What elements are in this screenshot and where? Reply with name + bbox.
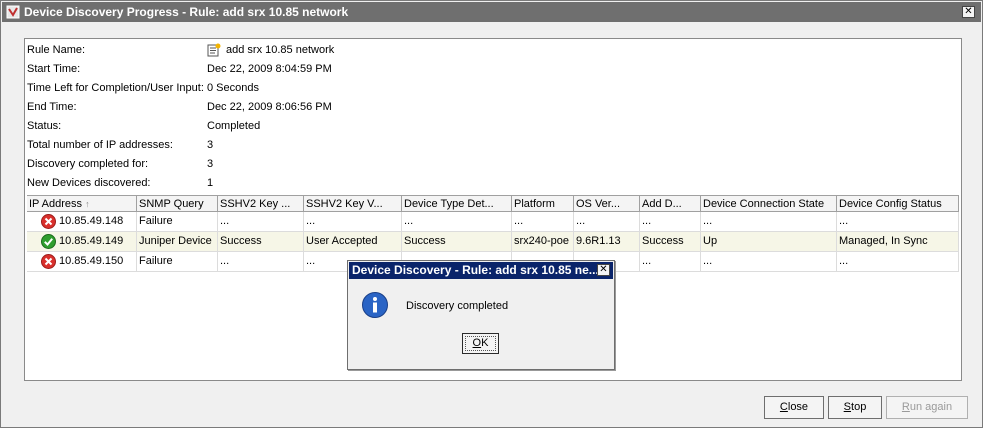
info-label: End Time: [27,101,77,113]
add-device: ... [640,212,701,231]
run-again-button[interactable]: Run again [886,396,968,419]
failure-icon [41,214,56,229]
info-value: Dec 22, 2009 8:06:56 PM [207,101,332,113]
info-label: Rule Name: [27,44,86,56]
table-row[interactable]: 10.85.49.149 Juniper Device Success User… [27,232,959,252]
column-header-os-version[interactable]: OS Ver... [574,196,640,212]
info-value: 3 [207,139,214,151]
snmp-query: Juniper Device [137,232,218,251]
failure-icon [41,254,56,269]
success-icon [41,234,56,249]
column-header-device-type[interactable]: Device Type Det... [402,196,512,212]
add-device: Success [640,232,701,251]
config-status: ... [837,212,959,231]
connection-state: ... [701,252,837,271]
column-header-sshv2-key[interactable]: SSHV2 Key ... [218,196,304,212]
add-device: ... [640,252,701,271]
platform: ... [512,212,574,231]
stop-button[interactable]: Stop [828,396,882,419]
dialog-message: Discovery completed [406,300,509,312]
ip-address: 10.85.49.150 [59,255,124,267]
info-label: New Devices discovered: [27,177,151,189]
config-status: Managed, In Sync [837,232,959,251]
info-value: 0 Seconds [207,82,259,94]
device-type: ... [402,212,512,231]
window-title: Device Discovery Progress - Rule: add sr… [24,5,349,19]
column-header-snmp-query[interactable]: SNMP Query [137,196,218,212]
discovery-completed-dialog: Device Discovery - Rule: add srx 10.85 n… [347,260,615,370]
os-version: 9.6R1.13 [574,232,640,251]
rule-icon [207,43,221,57]
sshv2-key: ... [218,252,304,271]
device-type: Success [402,232,512,251]
app-icon [6,5,20,19]
info-label: Total number of IP addresses: [27,139,173,151]
table-header: IP Address ↑ SNMP Query SSHV2 Key ... SS… [27,195,959,212]
table-row[interactable]: 10.85.49.148 Failure ... ... ... ... ...… [27,212,959,232]
close-button[interactable]: Close [764,396,824,419]
snmp-query: Failure [137,212,218,231]
os-version: ... [574,212,640,231]
sshv2-key-verification: ... [304,212,402,231]
info-label: Discovery completed for: [27,158,149,170]
info-label: Start Time: [27,63,81,75]
snmp-query: Failure [137,252,218,271]
dialog-title: Device Discovery - Rule: add srx 10.85 n… [352,263,599,277]
sshv2-key: ... [218,212,304,231]
info-value: 1 [207,177,214,189]
discovery-progress-window: Device Discovery Progress - Rule: add sr… [0,0,983,428]
sshv2-key: Success [218,232,304,251]
column-header-sshv2-key-verification[interactable]: SSHV2 Key V... [304,196,402,212]
column-header-ip-address[interactable]: IP Address ↑ [27,196,137,212]
sort-ascending-icon: ↑ [85,199,90,209]
sshv2-key-verification: User Accepted [304,232,402,251]
info-label: Time Left for Completion/User Input: [27,82,204,94]
column-header-platform[interactable]: Platform [512,196,574,212]
column-header-connection-state[interactable]: Device Connection State [701,196,837,212]
info-value: add srx 10.85 network [226,44,335,56]
column-header-config-status[interactable]: Device Config Status [837,196,959,212]
dialog-titlebar[interactable]: Device Discovery - Rule: add srx 10.85 n… [349,262,613,279]
platform: srx240-poe [512,232,574,251]
config-status: ... [837,252,959,271]
window-titlebar[interactable]: Device Discovery Progress - Rule: add sr… [2,2,981,22]
ip-address: 10.85.49.149 [59,235,124,247]
ok-button[interactable]: OK [462,333,499,354]
info-label: Status: [27,120,62,132]
connection-state: Up [701,232,837,251]
info-icon [362,292,388,318]
window-close-icon[interactable]: ✕ [962,6,975,18]
connection-state: ... [701,212,837,231]
info-value: Dec 22, 2009 8:04:59 PM [207,63,332,75]
dialog-close-icon[interactable]: ✕ [597,264,610,276]
info-value: Completed [207,120,261,132]
info-value: 3 [207,158,214,170]
ip-address: 10.85.49.148 [59,215,124,227]
column-header-add-device[interactable]: Add D... [640,196,701,212]
